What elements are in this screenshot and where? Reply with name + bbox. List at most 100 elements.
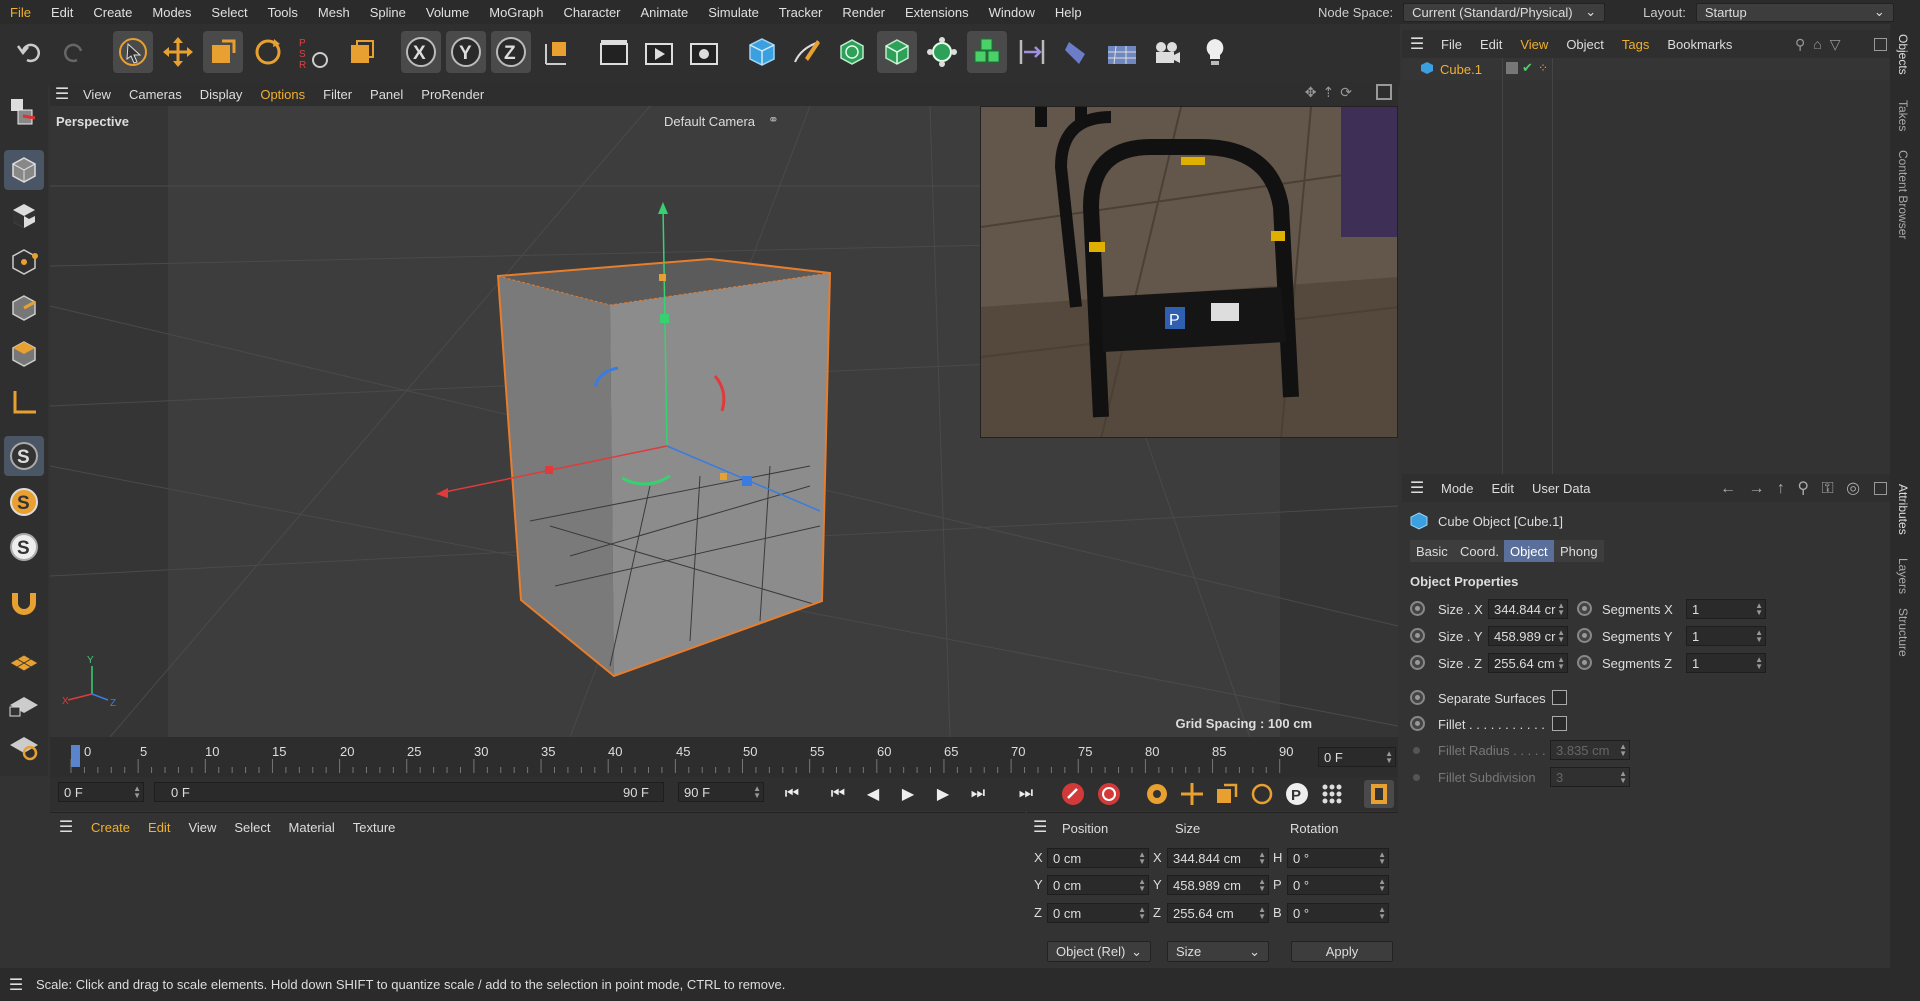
spinner-icon[interactable]: ▲ ▼: [1557, 602, 1565, 617]
redo-button[interactable]: [54, 31, 94, 73]
size-x-field[interactable]: 344.844 cr ▲ ▼: [1488, 599, 1568, 619]
viewport-menu-display[interactable]: Display: [191, 87, 252, 102]
menu-tools[interactable]: Tools: [258, 5, 308, 20]
material-menu-material[interactable]: Material: [280, 820, 344, 835]
object-menu-view[interactable]: View: [1511, 37, 1557, 52]
mograph-cubes-button[interactable]: [967, 31, 1007, 73]
subdivision-surface-button[interactable]: [832, 31, 872, 73]
hamburger-icon[interactable]: ☰: [1402, 478, 1432, 498]
segments-y-field[interactable]: 1 ▲ ▼: [1686, 626, 1766, 646]
menu-window[interactable]: Window: [979, 5, 1045, 20]
frame-range-slider[interactable]: 0 F 90 F: [154, 782, 664, 802]
layout-dropdown[interactable]: Startup ⌄: [1695, 2, 1894, 22]
menu-select[interactable]: Select: [201, 5, 257, 20]
transform-tool-button[interactable]: [342, 31, 382, 73]
edges-mode-button[interactable]: [4, 288, 44, 328]
spinner-icon[interactable]: ▲ ▼: [1258, 906, 1266, 921]
coordinate-system-button[interactable]: [536, 31, 576, 73]
planar-workplane-button[interactable]: [4, 726, 44, 766]
tab-basic[interactable]: Basic: [1410, 540, 1454, 562]
menu-modes[interactable]: Modes: [142, 5, 201, 20]
tab-object[interactable]: Object: [1504, 540, 1554, 562]
timeline-ruler[interactable]: 0 5 10 15 20 25 30 35 40 45 50 55 60 65 …: [50, 737, 1398, 777]
light-button[interactable]: [1195, 31, 1235, 73]
previous-keyframe-button[interactable]: ⏮: [823, 780, 853, 808]
animate-fillet-radio[interactable]: [1410, 716, 1425, 731]
object-menu-tags[interactable]: Tags: [1613, 37, 1658, 52]
size-y-field[interactable]: 458.989 cr ▲ ▼: [1488, 626, 1568, 646]
current-frame-field[interactable]: 0 F ▲ ▼: [1318, 747, 1396, 767]
camera-button[interactable]: [1147, 31, 1187, 73]
attribute-menu-user-data[interactable]: User Data: [1523, 481, 1600, 496]
viewport-menu-cameras[interactable]: Cameras: [120, 87, 191, 102]
model-mode-button[interactable]: [4, 150, 44, 190]
menu-create[interactable]: Create: [83, 5, 142, 20]
size-x-field[interactable]: 344.844 cm ▲ ▼: [1167, 848, 1269, 868]
rotation-b-field[interactable]: 0 ° ▲ ▼: [1287, 903, 1389, 923]
menu-character[interactable]: Character: [553, 5, 630, 20]
spinner-icon[interactable]: ▲ ▼: [1378, 851, 1386, 866]
autokeying-button[interactable]: [1094, 780, 1124, 808]
psr-tool-button[interactable]: PSR: [293, 31, 333, 73]
segments-z-field[interactable]: 1 ▲ ▼: [1686, 653, 1766, 673]
x-axis-lock-button[interactable]: X: [401, 31, 441, 73]
camera-icon[interactable]: ⚭: [768, 112, 779, 128]
apply-button[interactable]: Apply: [1291, 941, 1393, 962]
pen-spline-button[interactable]: [787, 31, 827, 73]
viewport-menu-options[interactable]: Options: [251, 87, 314, 102]
move-tool-button[interactable]: [158, 31, 198, 73]
size-z-field[interactable]: 255.64 cm ▲ ▼: [1488, 653, 1568, 673]
spinner-icon[interactable]: ▲ ▼: [1557, 656, 1565, 671]
cube-object-button[interactable]: [742, 31, 782, 73]
key-position-button[interactable]: [1177, 780, 1207, 808]
snap-button[interactable]: S: [4, 436, 44, 476]
hamburger-icon[interactable]: ☰: [50, 817, 82, 837]
undo-button[interactable]: [10, 31, 50, 73]
fillet-checkbox[interactable]: [1552, 716, 1567, 731]
max-frame-field[interactable]: 90 F ▲ ▼: [678, 782, 764, 802]
spinner-icon[interactable]: ▲ ▼: [1378, 906, 1386, 921]
deformer-button[interactable]: [1012, 31, 1052, 73]
spinner-icon[interactable]: ▲ ▼: [1557, 629, 1565, 644]
layer-icon[interactable]: [1506, 62, 1518, 74]
menu-help[interactable]: Help: [1045, 5, 1092, 20]
polygons-mode-button[interactable]: [4, 334, 44, 374]
rotation-h-field[interactable]: 0 ° ▲ ▼: [1287, 848, 1389, 868]
position-x-field[interactable]: 0 cm ▲ ▼: [1047, 848, 1149, 868]
spinner-icon[interactable]: ▲ ▼: [1138, 878, 1146, 893]
animate-size-z-radio[interactable]: [1410, 655, 1425, 670]
menu-extensions[interactable]: Extensions: [895, 5, 979, 20]
material-menu-texture[interactable]: Texture: [344, 820, 405, 835]
spinner-icon[interactable]: ▲ ▼: [1755, 629, 1763, 644]
rotate-tool-button[interactable]: [248, 31, 288, 73]
object-manager-tool-icons[interactable]: ⚲⌂▽: [1795, 36, 1848, 53]
position-z-field[interactable]: 0 cm ▲ ▼: [1047, 903, 1149, 923]
key-rotation-button[interactable]: [1247, 780, 1277, 808]
tab-content-browser[interactable]: Content Browser: [1896, 150, 1910, 239]
next-keyframe-button[interactable]: ⏭: [963, 780, 993, 808]
tab-takes[interactable]: Takes: [1896, 100, 1910, 131]
menu-spline[interactable]: Spline: [360, 5, 416, 20]
segments-x-field[interactable]: 1 ▲ ▼: [1686, 599, 1766, 619]
points-mode-button[interactable]: [4, 242, 44, 282]
play-button[interactable]: ▶: [893, 780, 923, 808]
previous-frame-button[interactable]: ◀: [858, 780, 888, 808]
menu-render[interactable]: Render: [832, 5, 895, 20]
tab-phong[interactable]: Phong: [1554, 540, 1604, 562]
separate-surfaces-checkbox[interactable]: [1552, 690, 1567, 705]
y-axis-lock-button[interactable]: Y: [446, 31, 486, 73]
spinner-icon[interactable]: ▲ ▼: [1138, 851, 1146, 866]
size-y-field[interactable]: 458.989 cm ▲ ▼: [1167, 875, 1269, 895]
object-row-cube[interactable]: Cube.1 ✔ ⁘: [1402, 58, 1890, 498]
spinner-icon[interactable]: ▲ ▼: [1138, 906, 1146, 921]
viewport-navigation-icons[interactable]: ✥⇡⟳: [1305, 84, 1358, 101]
viewport-menu-prorender[interactable]: ProRender: [412, 87, 493, 102]
key-scale-button[interactable]: [1212, 780, 1242, 808]
viewport-menu-panel[interactable]: Panel: [361, 87, 412, 102]
menu-mesh[interactable]: Mesh: [308, 5, 360, 20]
object-menu-object[interactable]: Object: [1557, 37, 1613, 52]
position-y-field[interactable]: 0 cm ▲ ▼: [1047, 875, 1149, 895]
animate-separate-surfaces-radio[interactable]: [1410, 690, 1425, 705]
tab-coord[interactable]: Coord.: [1454, 540, 1506, 562]
menu-file[interactable]: File: [0, 5, 41, 20]
